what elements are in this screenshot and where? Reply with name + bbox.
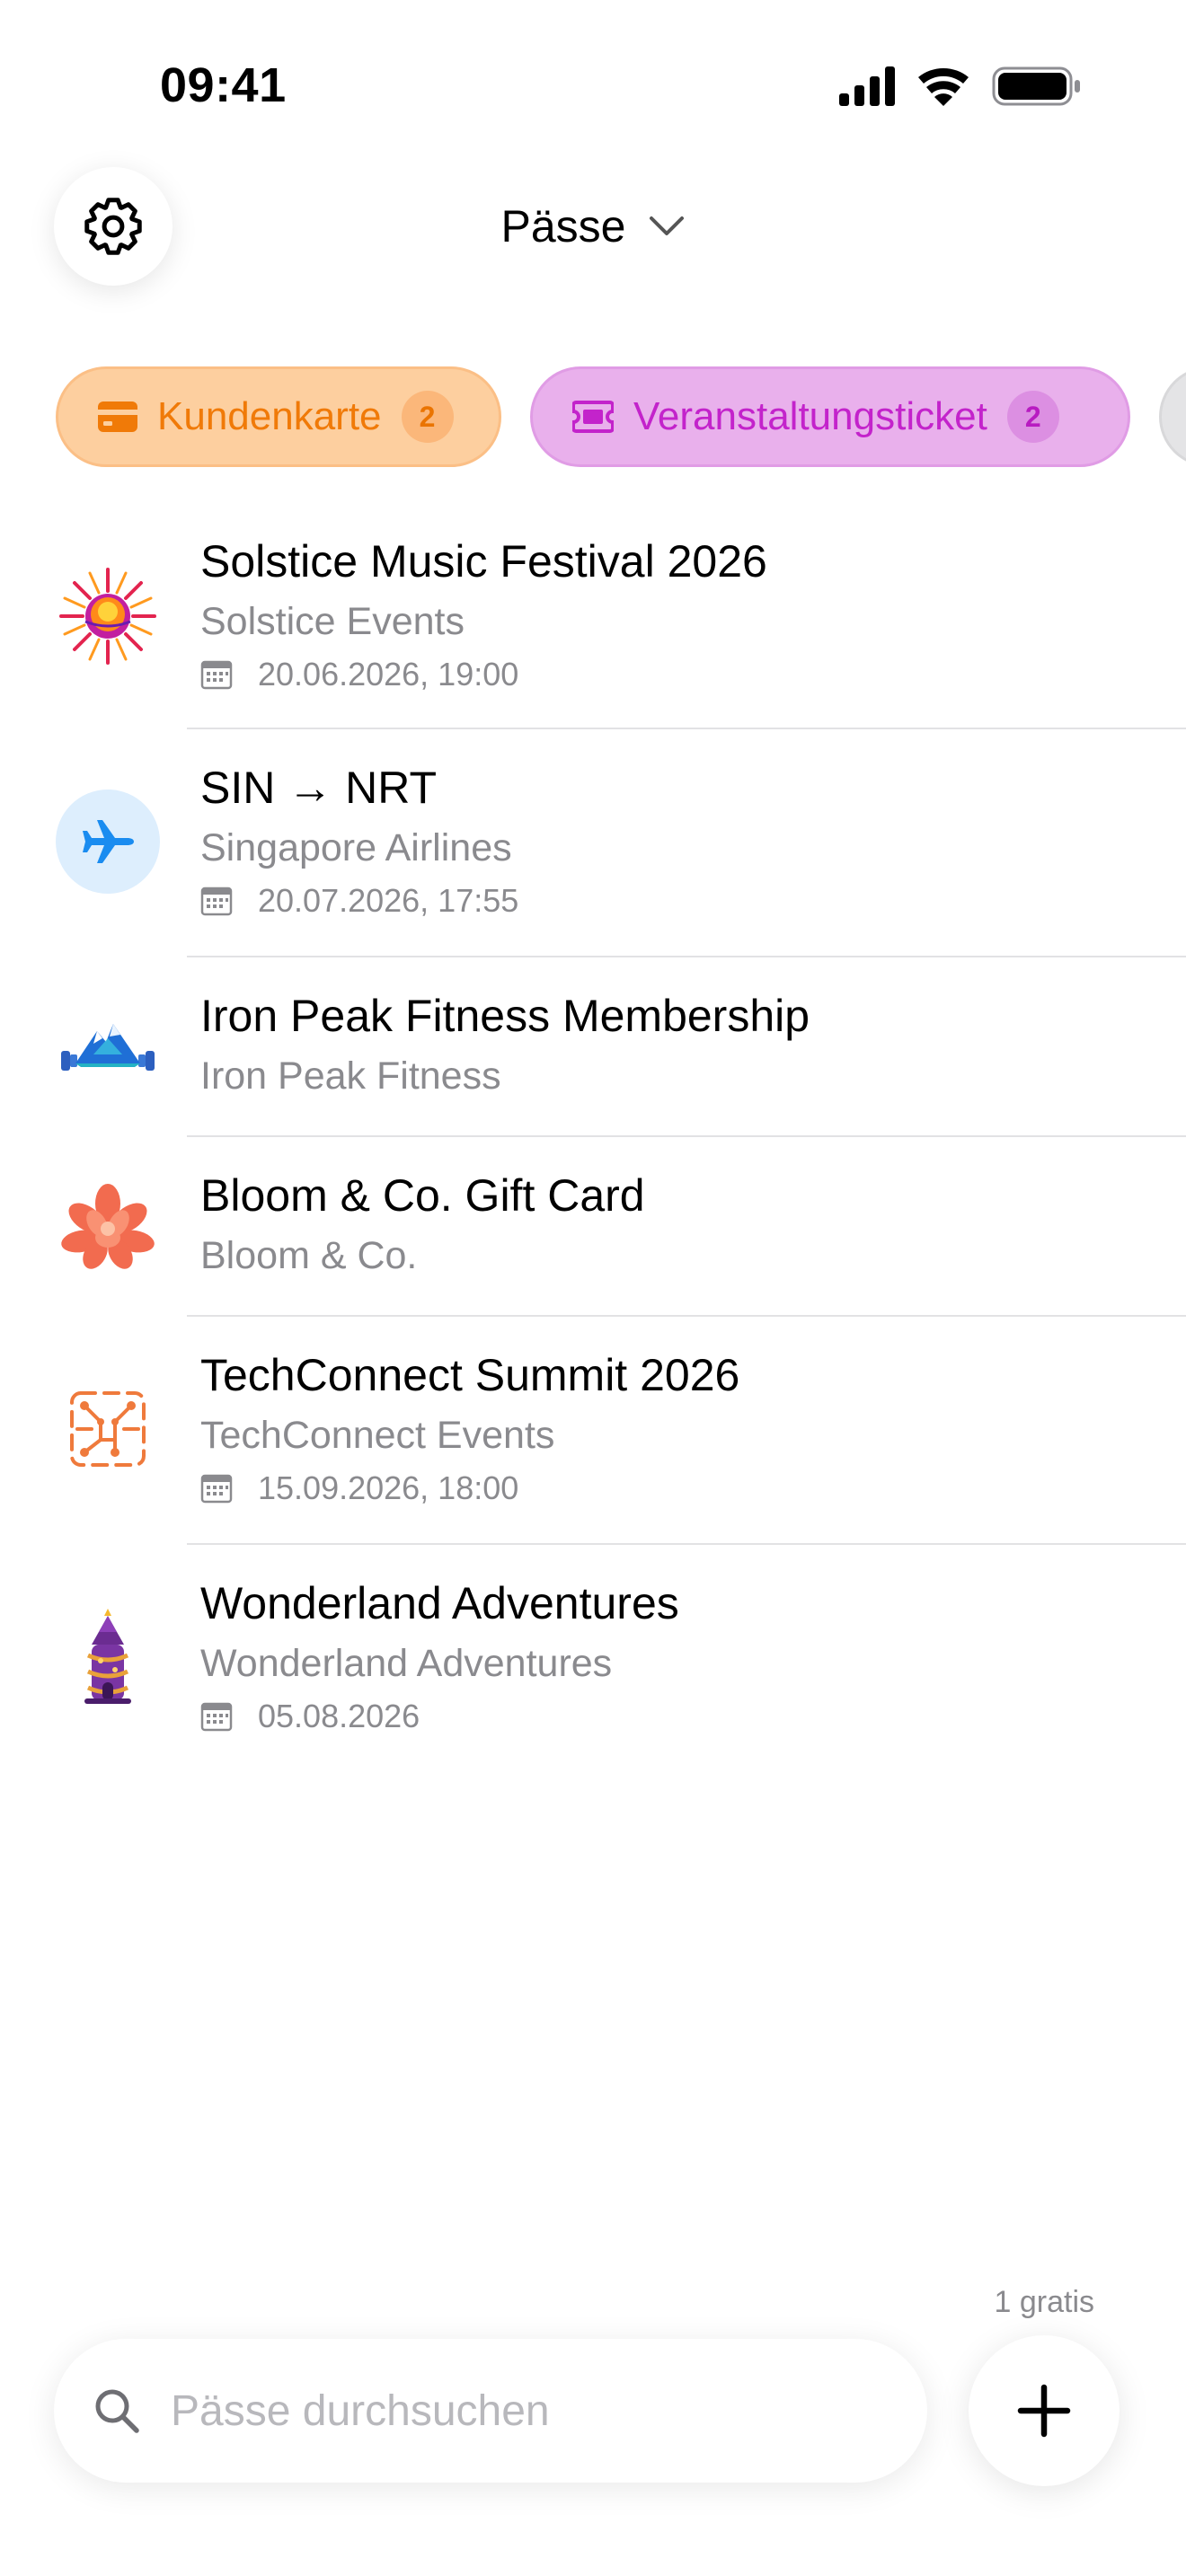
pass-row-wonderland[interactable]: Wonderland Adventures Wonderland Adventu…	[0, 1545, 1186, 1773]
pass-date-text: 15.09.2026, 18:00	[258, 1469, 519, 1506]
search-bar[interactable]	[54, 2339, 927, 2483]
filter-chip-kundenkarte[interactable]: Kundenkarte 2	[56, 366, 501, 467]
pass-date-text: 20.06.2026, 19:00	[258, 656, 519, 693]
credit-card-icon	[98, 401, 137, 432]
battery-icon	[992, 66, 1080, 106]
pass-date-text: 20.07.2026, 17:55	[258, 882, 519, 919]
pass-title: TechConnect Summit 2026	[200, 1350, 740, 1400]
pass-list: Solstice Music Festival 2026 Solstice Ev…	[0, 503, 1186, 1773]
castle-logo	[56, 1605, 160, 1709]
pass-issuer: Solstice Events	[200, 600, 465, 643]
filter-chip-veranstaltungsticket[interactable]: Veranstaltungsticket 2	[530, 366, 1130, 467]
calendar-icon	[200, 887, 233, 916]
pass-row-giftcard[interactable]: Bloom & Co. Gift Card Bloom & Co.	[0, 1137, 1186, 1317]
circuit-logo	[56, 1377, 160, 1481]
pass-title: Iron Peak Fitness Membership	[200, 991, 810, 1041]
ticket-icon	[572, 401, 614, 433]
pass-title: Wonderland Adventures	[200, 1578, 679, 1628]
status-icons	[839, 66, 1080, 106]
pass-date: 20.06.2026, 19:00	[200, 656, 518, 693]
wifi-icon	[918, 67, 969, 106]
passes-screen: 09:41 Pässe Kundenkarte 2 Veranstaltungs…	[0, 0, 1186, 2576]
title-dropdown[interactable]: Pässe	[0, 192, 1186, 260]
free-passes-label: 1 gratis	[994, 2285, 1095, 2319]
pass-issuer: Bloom & Co.	[200, 1234, 418, 1277]
flower-logo	[56, 1175, 160, 1279]
chip-label: Kundenkarte	[157, 394, 382, 438]
pass-date: 05.08.2026	[200, 1698, 420, 1735]
add-pass-button[interactable]	[969, 2335, 1120, 2486]
pass-date: 20.07.2026, 17:55	[200, 882, 518, 920]
pass-issuer: Iron Peak Fitness	[200, 1054, 501, 1098]
pass-row-flight[interactable]: SIN → NRT Singapore Airlines 20.07.2026,…	[0, 729, 1186, 957]
cellular-signal-icon	[839, 66, 895, 106]
pass-title: Bloom & Co. Gift Card	[200, 1170, 645, 1221]
airplane-icon	[83, 820, 134, 863]
pass-row-solstice[interactable]: Solstice Music Festival 2026 Solstice Ev…	[0, 503, 1186, 729]
chip-count-badge: 2	[1006, 391, 1059, 443]
pass-issuer: Wonderland Adventures	[200, 1642, 613, 1685]
pass-date: 15.09.2026, 18:00	[200, 1469, 518, 1507]
chip-label: Veranstaltungsticket	[633, 394, 987, 438]
plus-icon	[1017, 2384, 1071, 2438]
calendar-icon	[200, 1702, 233, 1732]
pass-issuer: Singapore Airlines	[200, 826, 512, 869]
filter-chips: Kundenkarte 2 Veranstaltungsticket 2	[56, 366, 1186, 467]
pass-issuer: TechConnect Events	[200, 1414, 555, 1457]
pass-date-text: 05.08.2026	[258, 1698, 420, 1734]
chip-count-badge: 2	[401, 391, 454, 443]
pass-row-techconnect[interactable]: TechConnect Summit 2026 TechConnect Even…	[0, 1317, 1186, 1545]
filter-chip-more[interactable]	[1159, 366, 1186, 467]
airplane-icon-badge	[56, 790, 160, 894]
pass-title: SIN → NRT	[200, 763, 437, 813]
search-input[interactable]	[171, 2386, 872, 2436]
pass-row-fitness[interactable]: Iron Peak Fitness Membership Iron Peak F…	[0, 957, 1186, 1137]
search-icon	[95, 2389, 139, 2433]
pass-title: Solstice Music Festival 2026	[200, 536, 767, 587]
chevron-down-icon	[650, 216, 685, 235]
calendar-icon	[200, 1474, 233, 1504]
page-title: Pässe	[500, 201, 626, 251]
calendar-icon	[200, 660, 233, 690]
mountain-dumbbell-logo	[56, 995, 160, 1099]
status-time: 09:41	[160, 58, 287, 112]
sun-festival-logo	[56, 564, 160, 668]
